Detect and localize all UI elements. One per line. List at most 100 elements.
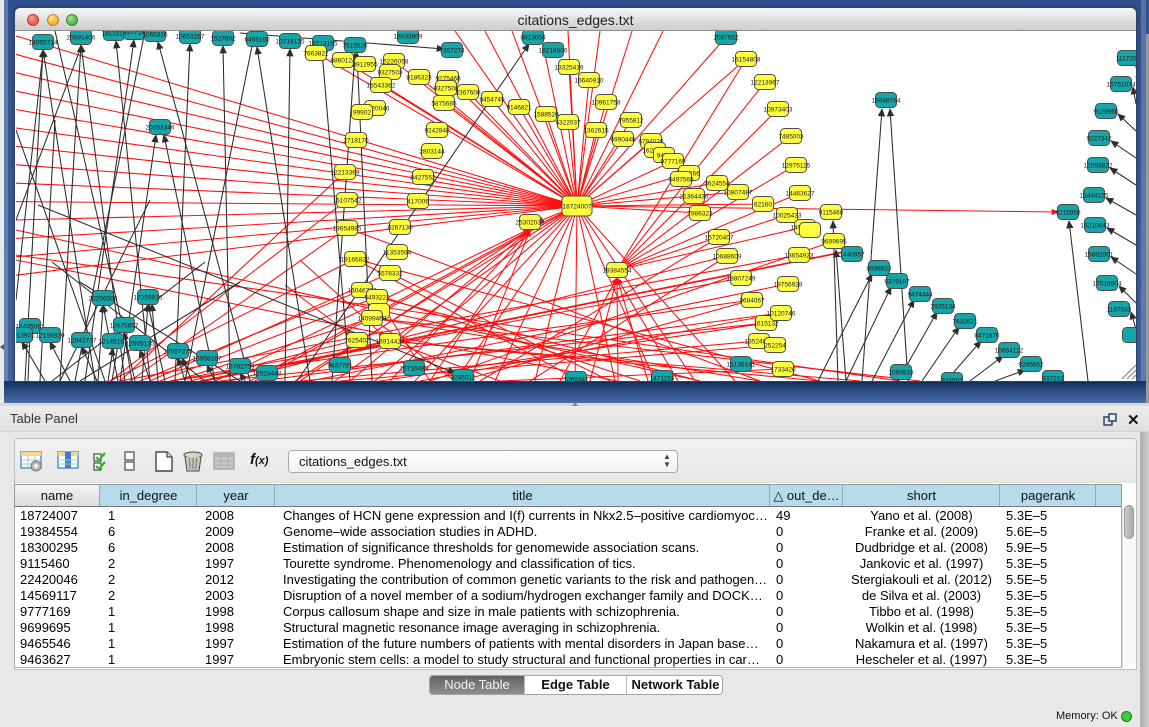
svg-text:10807487: 10807487 (724, 190, 753, 197)
svg-text:15720407: 15720407 (705, 235, 734, 242)
svg-text:12093822: 12093822 (1084, 163, 1113, 170)
svg-text:5578332: 5578332 (377, 271, 403, 278)
svg-text:1471153: 1471153 (650, 376, 675, 382)
svg-text:7357274: 7357274 (439, 48, 465, 55)
svg-text:3913901: 3913901 (16, 333, 35, 340)
svg-text:16648784: 16648784 (872, 98, 901, 105)
svg-text:1167533: 1167533 (1107, 307, 1132, 314)
svg-text:10653267: 10653267 (176, 34, 205, 41)
svg-text:17016504: 17016504 (1093, 281, 1122, 288)
svg-text:20053346: 20053346 (146, 125, 175, 132)
svg-text:12975115: 12975115 (782, 163, 811, 170)
svg-text:937261: 937261 (1042, 376, 1064, 382)
svg-text:99902: 99902 (353, 110, 371, 117)
svg-text:10654112: 10654112 (995, 348, 1024, 355)
svg-text:2367608: 2367608 (455, 90, 481, 97)
svg-text:8471676: 8471676 (974, 333, 1000, 340)
svg-text:1615132: 1615132 (753, 321, 779, 328)
svg-text:15751074: 15751074 (1107, 82, 1136, 89)
svg-text:16543362: 16543362 (367, 83, 396, 90)
svg-text:17957275: 17957275 (164, 349, 193, 356)
svg-text:25302033: 25302033 (516, 220, 545, 227)
svg-text:1527602: 1527602 (210, 36, 236, 43)
svg-text:9777169: 9777169 (660, 159, 686, 166)
svg-text:6322037: 6322037 (555, 120, 581, 127)
svg-text:8427552: 8427552 (410, 175, 436, 182)
svg-text:18807249: 18807249 (727, 276, 756, 283)
svg-text:12156829: 12156829 (36, 333, 65, 340)
svg-text:2087652: 2087652 (713, 35, 739, 42)
svg-text:10973403: 10973403 (764, 107, 793, 114)
svg-text:16640910: 16640910 (575, 78, 604, 85)
svg-text:10975857: 10975857 (110, 323, 139, 330)
svg-text:14055714: 14055714 (29, 40, 58, 47)
svg-text:8267130: 8267130 (387, 225, 413, 232)
svg-text:19756928: 19756928 (774, 282, 803, 289)
svg-text:924501: 924501 (941, 378, 963, 382)
svg-text:3624554: 3624554 (704, 181, 730, 188)
svg-text:9129966: 9129966 (1093, 109, 1119, 116)
svg-text:16782759: 16782759 (226, 364, 255, 371)
svg-text:10719135: 10719135 (276, 39, 305, 46)
svg-text:9227342: 9227342 (1086, 136, 1112, 143)
svg-text:14463627: 14463627 (786, 191, 815, 198)
svg-text:12444155: 12444155 (1080, 193, 1109, 200)
svg-text:6379197: 6379197 (884, 279, 910, 286)
svg-text:6990448: 6990448 (610, 137, 636, 144)
svg-text:12923448: 12923448 (253, 371, 282, 378)
svg-text:2718170: 2718170 (343, 138, 369, 145)
svg-text:62160: 62160 (754, 202, 772, 209)
svg-text:17359916: 17359916 (134, 295, 163, 302)
svg-text:10688609: 10688609 (713, 254, 742, 261)
svg-text:9245652: 9245652 (1018, 362, 1044, 369)
svg-text:7632621: 7632621 (952, 319, 978, 326)
svg-text:7986322: 7986322 (687, 211, 713, 218)
svg-text:19218506: 19218506 (539, 48, 568, 55)
svg-text:16033809: 16033809 (394, 34, 423, 41)
svg-text:14099469: 14099469 (358, 316, 387, 323)
svg-text:9327503: 9327503 (377, 70, 403, 77)
svg-text:1065326: 1065326 (142, 32, 168, 39)
svg-text:252254: 252254 (764, 343, 786, 350)
svg-text:417006: 417006 (407, 199, 429, 206)
svg-text:20206506: 20206506 (89, 296, 118, 303)
svg-text:1069341: 1069341 (563, 377, 589, 382)
svg-text:13654923: 13654923 (785, 253, 814, 260)
svg-text:10025433: 10025433 (773, 213, 802, 220)
svg-text:1588520: 1588520 (533, 112, 559, 119)
svg-text:8186323: 8186323 (406, 75, 432, 82)
svg-text:20691406: 20691406 (67, 35, 96, 42)
svg-text:8938923: 8938923 (866, 266, 892, 273)
svg-text:16210643: 16210643 (1081, 223, 1110, 230)
svg-text:7955812: 7955812 (618, 118, 644, 125)
svg-text:1117203: 1117203 (1116, 56, 1136, 63)
svg-text:9115460: 9115460 (819, 210, 844, 217)
svg-text:10120746: 10120746 (767, 311, 796, 318)
svg-text:9474444: 9474444 (907, 292, 933, 299)
svg-text:16914429: 16914429 (376, 339, 405, 346)
svg-text:9657791: 9657791 (327, 363, 353, 370)
svg-text:18724007: 18724007 (563, 204, 592, 211)
svg-text:13325419: 13325419 (555, 65, 584, 72)
svg-text:2803144: 2803144 (419, 149, 445, 156)
svg-text:6497568: 6497568 (668, 177, 694, 184)
svg-text:12213369: 12213369 (331, 170, 360, 177)
svg-text:19166822: 19166822 (341, 257, 370, 264)
svg-text:10958167: 10958167 (193, 356, 222, 363)
svg-text:21364436: 21364436 (680, 194, 709, 201)
svg-text:5875685: 5875685 (431, 101, 457, 108)
svg-text:9242848: 9242848 (424, 128, 450, 135)
svg-text:15136141: 15136141 (727, 362, 756, 369)
svg-text:19654985: 19654985 (333, 226, 362, 233)
svg-text:1440957: 1440957 (839, 252, 865, 259)
svg-text:16154808: 16154808 (732, 57, 761, 64)
svg-text:2935134: 2935134 (930, 304, 956, 311)
svg-text:8813054: 8813054 (520, 35, 546, 42)
svg-text:9684067: 9684067 (739, 298, 765, 305)
svg-text:11353594: 11353594 (383, 250, 412, 257)
svg-text:8912955: 8912955 (352, 62, 378, 69)
svg-text:9146821: 9146821 (506, 105, 532, 112)
svg-text:12213967: 12213967 (751, 80, 780, 87)
svg-text:6466160: 6466160 (244, 37, 270, 44)
svg-text:15692901: 15692901 (1085, 252, 1114, 259)
